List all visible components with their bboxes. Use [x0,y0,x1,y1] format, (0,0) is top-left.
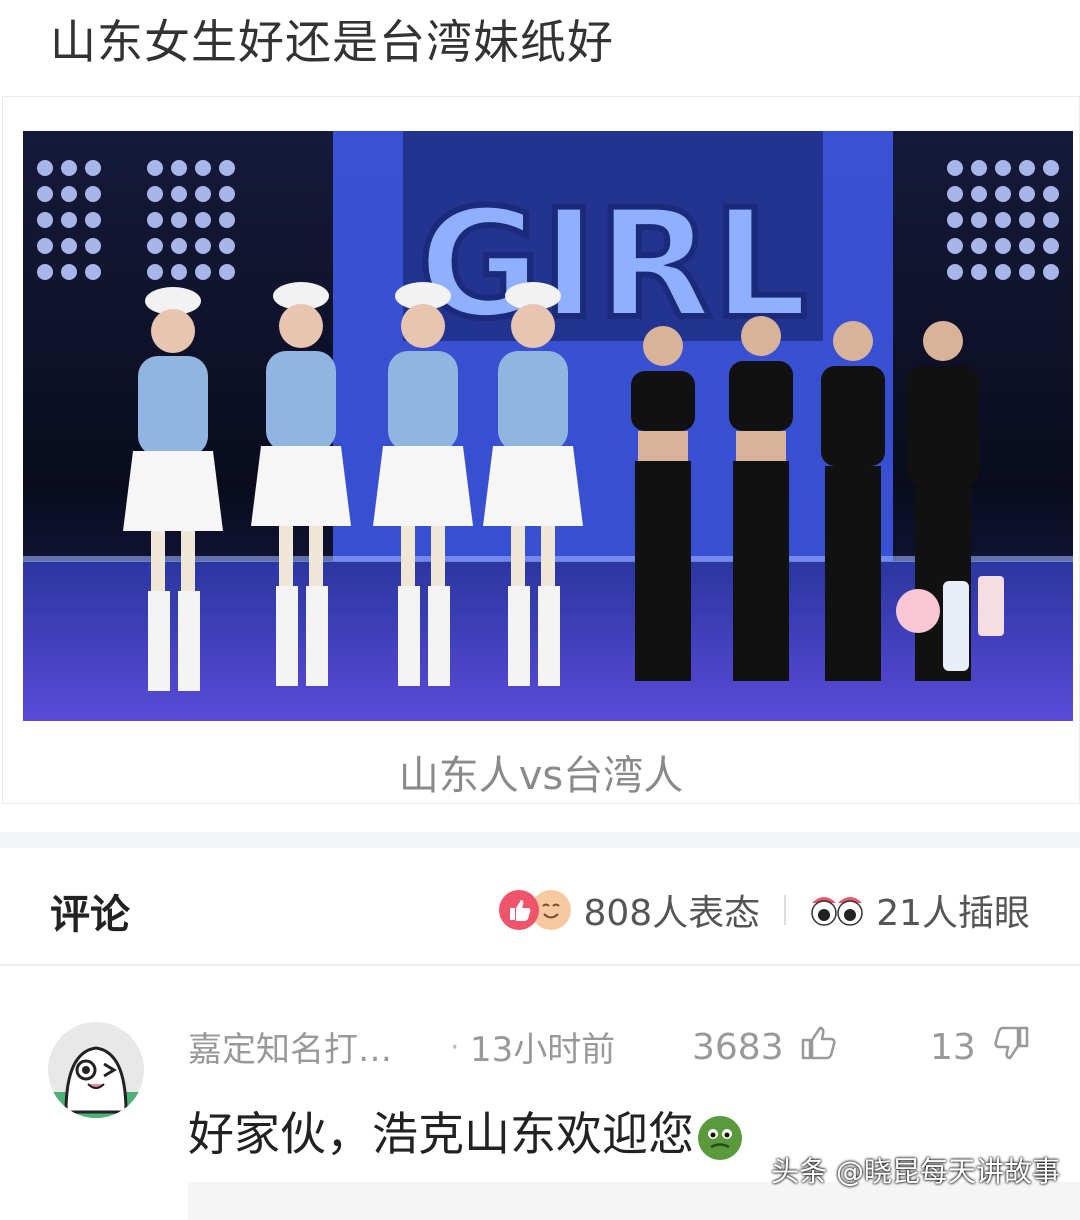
reactions-separator [784,895,787,925]
avatar[interactable] [48,1022,144,1118]
thumbs-down-icon [990,1022,1032,1073]
dislike-button[interactable]: 13 [930,1022,1032,1073]
stage-photo-illustration: GIRL [23,131,1073,721]
watermark: 头条 @晓昆每天讲故事 [771,1155,1060,1188]
image-caption: 山东人vs台湾人 [398,753,684,799]
reactions-count: 808人表态 [583,893,761,934]
header-divider [0,964,1080,966]
meta-dot: · [450,1030,460,1065]
dislike-count: 13 [930,1027,976,1068]
comment-time: 13小时前 [470,1030,616,1070]
like-reaction-icon [499,890,540,930]
comment-body: 好家伙，浩克山东欢迎您 [188,1107,694,1161]
comment-username[interactable]: 嘉定知名打… [188,1022,392,1071]
section-gap [0,832,1080,848]
thumbs-up-icon [798,1022,840,1073]
comments-header: 评论 808人表态 21人插眼 [0,850,1080,964]
hulk-emoji-icon [698,1115,742,1160]
eye-roll-count: 21人插眼 [876,893,1030,934]
comment-text: 好家伙，浩克山东欢迎您 [188,1098,742,1164]
article-image[interactable]: GIRL [23,131,1073,721]
reactions-bar[interactable]: 808人表态 21人插眼 [499,884,1030,936]
eye-roll-icon [810,893,864,927]
article-title: 山东女生好还是台湾妹纸好 [50,15,614,69]
comments-label: 评论 [50,892,130,938]
like-count: 3683 [692,1027,784,1068]
article-image-card: GIRL 山东人vs台湾人 [2,96,1080,804]
like-button[interactable]: 3683 [692,1022,840,1073]
